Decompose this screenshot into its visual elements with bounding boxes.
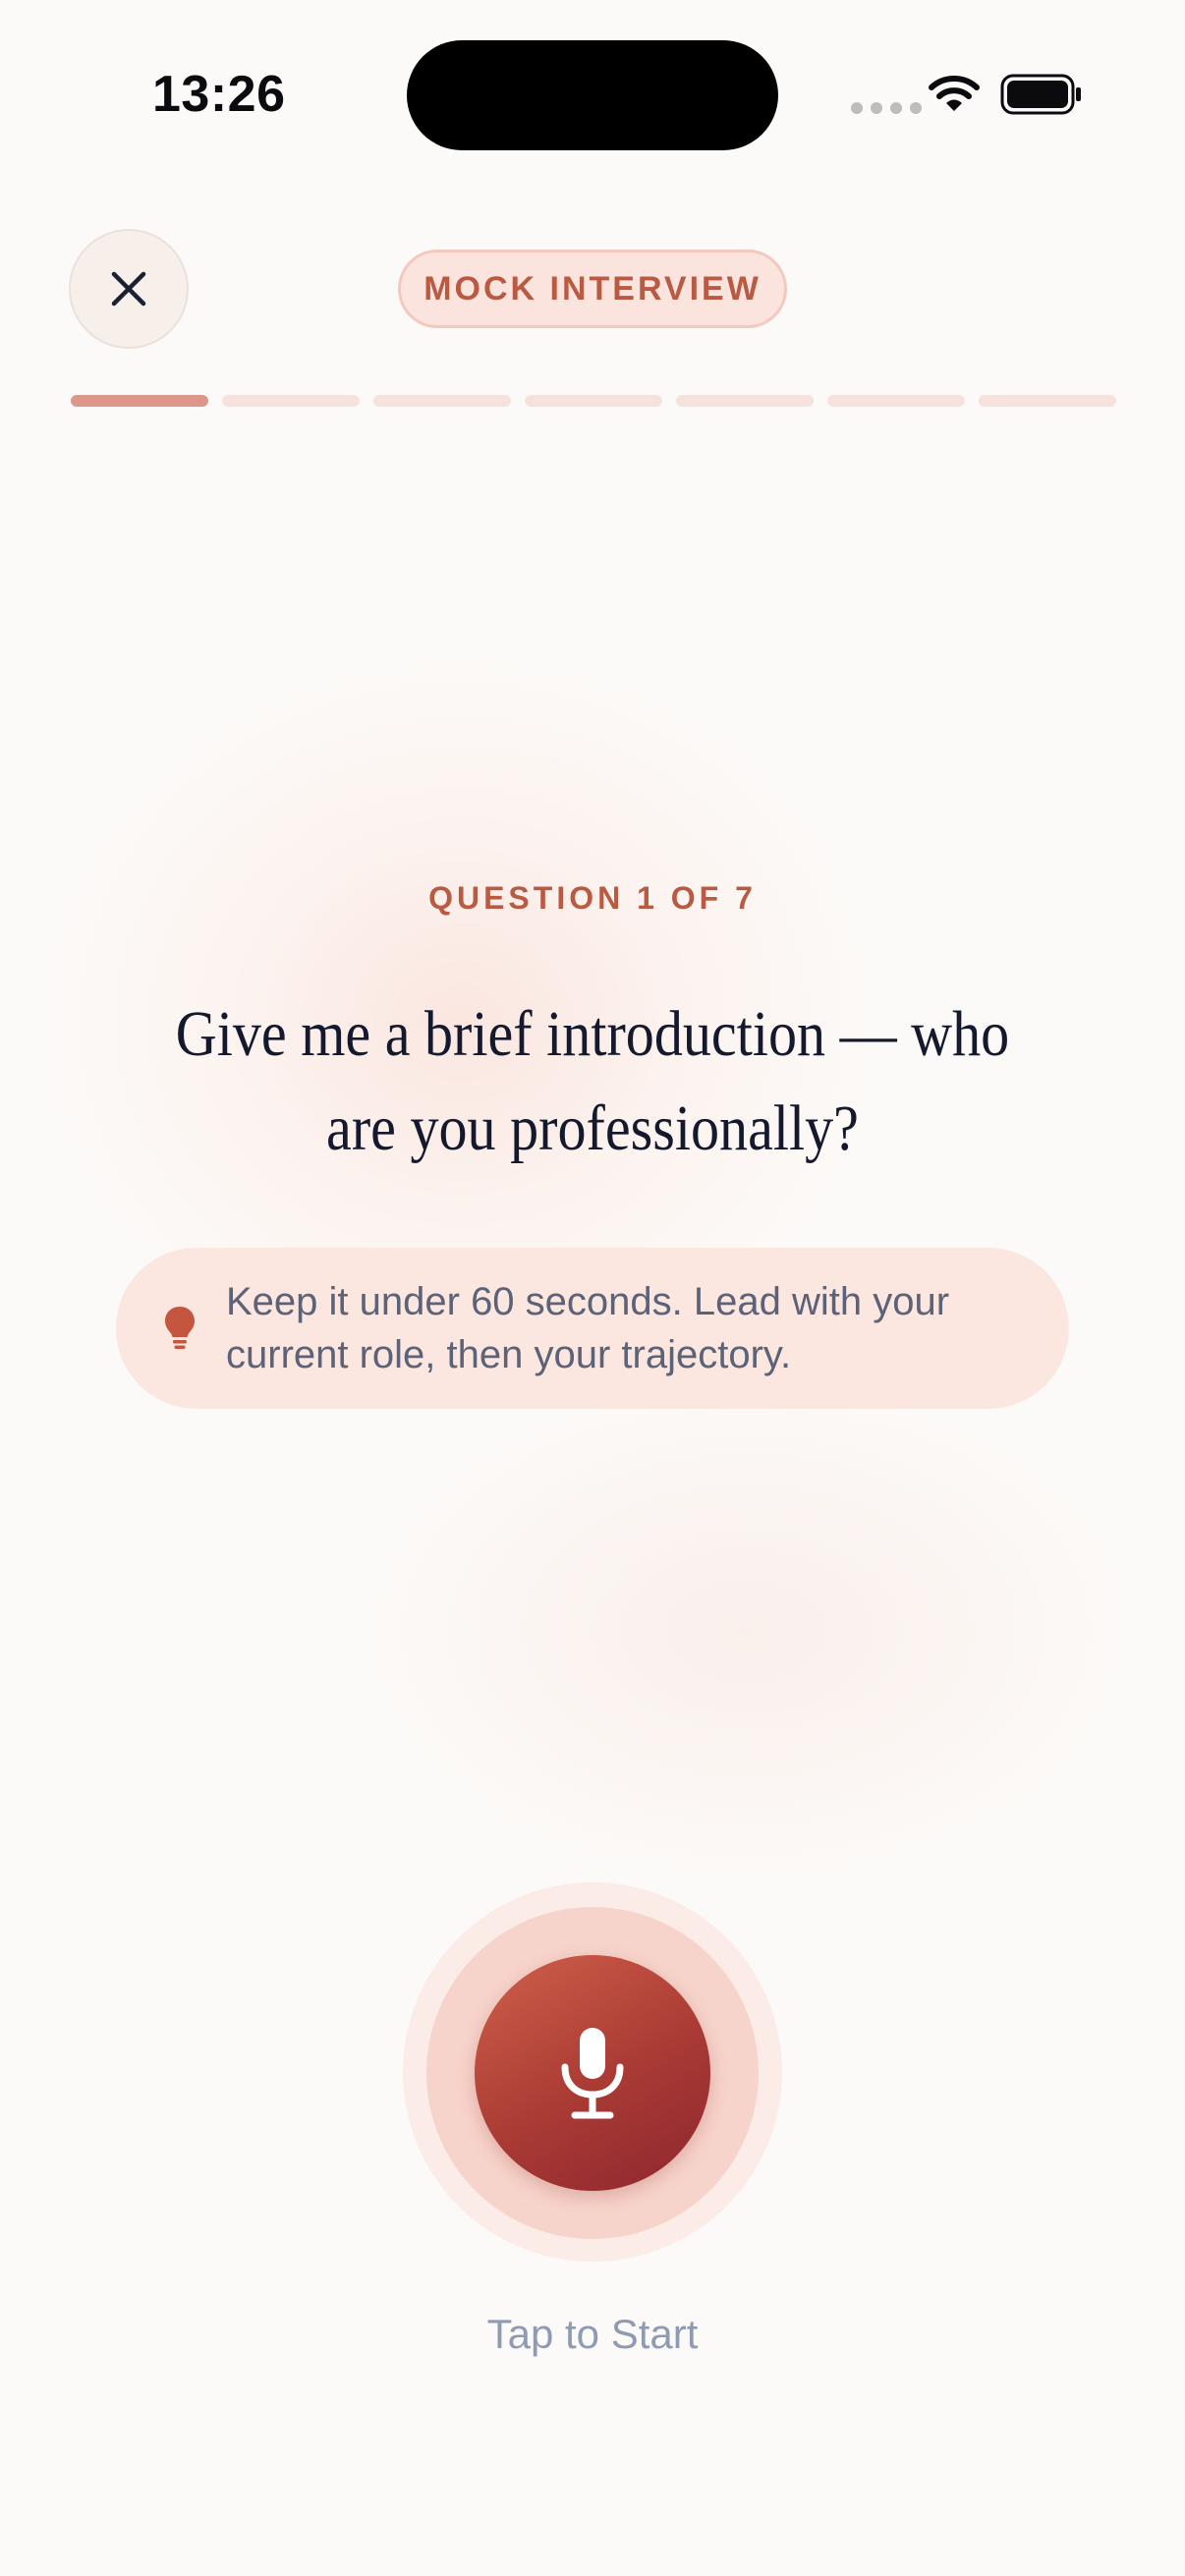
question-counter: QUESTION 1 OF 7 (428, 880, 757, 916)
progress-segment (827, 395, 965, 407)
cellular-signal-icon (851, 102, 922, 114)
record-button[interactable] (475, 1955, 710, 2191)
wifi-icon (929, 76, 980, 111)
progress-segment (979, 395, 1116, 407)
progress-segment (676, 395, 814, 407)
tip-card: Keep it under 60 seconds. Lead with your… (116, 1248, 1069, 1409)
background-glow-bottom (354, 1375, 1140, 1886)
dynamic-island (407, 40, 778, 150)
question-progress-bar (71, 395, 1116, 407)
close-button[interactable] (69, 229, 189, 349)
progress-segment (222, 395, 360, 407)
question-text: Give me a brief introduction — who are y… (175, 998, 1010, 1164)
progress-segment (373, 395, 511, 407)
progress-segment (71, 395, 208, 407)
tip-text: Keep it under 60 seconds. Lead with your… (226, 1280, 950, 1376)
mode-badge: MOCK INTERVIEW (398, 250, 787, 328)
tap-to-start-label: Tap to Start (486, 2311, 699, 2357)
microphone-icon (561, 2028, 624, 2119)
status-time: 13:26 (152, 66, 286, 123)
battery-icon (1000, 74, 1081, 115)
close-icon (111, 271, 146, 307)
lightbulb-icon (165, 1307, 195, 1349)
progress-segment (525, 395, 662, 407)
